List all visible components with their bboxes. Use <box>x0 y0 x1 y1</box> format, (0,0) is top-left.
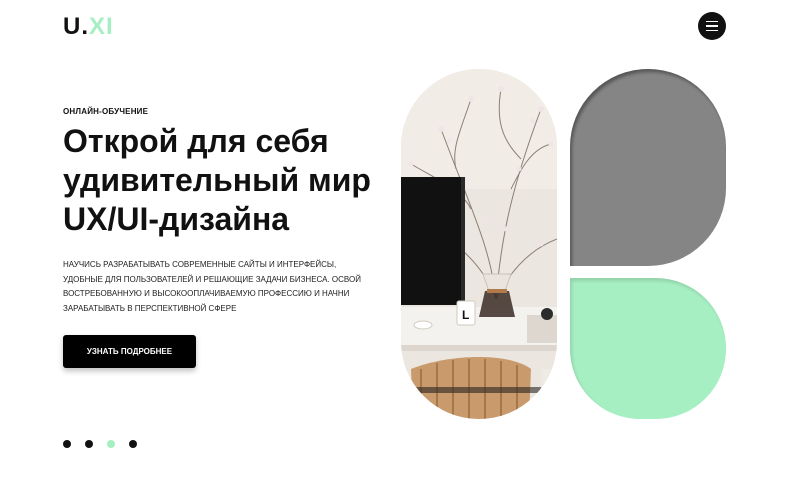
logo-accent: XI <box>89 13 114 40</box>
learn-more-button[interactable]: УЗНАТЬ ПОДРОБНЕЕ <box>63 335 196 368</box>
slider-dots <box>63 440 137 448</box>
workspace-illustration: L <box>401 69 557 419</box>
hamburger-menu-icon <box>706 20 718 23</box>
menu-button[interactable] <box>698 12 726 40</box>
workspace-photo: L <box>401 69 557 419</box>
slider-dot-4[interactable] <box>129 440 137 448</box>
hero-description: Научись разрабатывать современные сайты … <box>63 260 361 313</box>
logo-main: U. <box>63 13 89 40</box>
slider-dot-1[interactable] <box>63 440 71 448</box>
logo[interactable]: U.XI <box>63 15 114 39</box>
decorative-gray-shape <box>570 69 726 266</box>
decorative-green-shape <box>570 278 726 419</box>
svg-text:L: L <box>462 308 469 322</box>
slider-dot-3-active[interactable] <box>107 440 115 448</box>
slider-dot-2[interactable] <box>85 440 93 448</box>
hero-eyebrow: ОНЛАЙН-ОБУЧЕНИЕ <box>63 107 149 116</box>
hero-title: Открой для себя удивительный мир UX/UI-д… <box>63 123 371 237</box>
